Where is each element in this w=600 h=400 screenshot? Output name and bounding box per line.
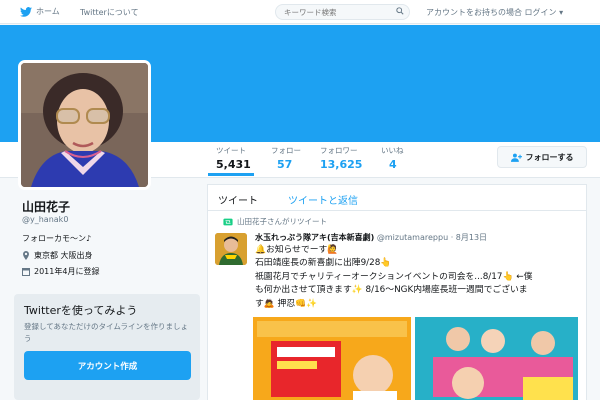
tweet-media-images (253, 317, 578, 400)
stat-followers-label: フォロワー (320, 146, 358, 155)
tweet-line: 祇園花月でチャリティーオークションイベントの司会を...8/17👆 ←僕 (255, 271, 533, 282)
location-pin-icon (23, 251, 29, 260)
tweet-author-handle[interactable]: @mizutamareppu (377, 233, 448, 242)
calendar-icon (22, 268, 30, 276)
avatar-photo (21, 63, 148, 187)
signup-title: Twitterを使ってみよう (24, 304, 138, 317)
retweet-context: 山田花子さんがリツイート (223, 216, 327, 227)
login-link[interactable]: アカウントをお持ちの場合 ログイン ▾ (426, 7, 563, 18)
tweet-text: 🔔お知らせでーす🙋 石田靖座長の新喜劇に出陣9/28👆 祇園花月でチャリティーオ… (255, 244, 580, 311)
tab-tweets-and-replies[interactable]: ツイートと返信 (288, 192, 358, 207)
stat-likes-value: 4 (389, 158, 397, 171)
stat-likes[interactable]: いいね 4 (381, 145, 404, 171)
tweet-separator: · (450, 233, 454, 242)
retweet-context-text[interactable]: 山田花子さんがリツイート (237, 216, 327, 227)
profile-location: 東京都 大阪出身 (22, 250, 93, 261)
profile-bio: フォローカモ〜ン♪ (22, 234, 92, 243)
tweet-date[interactable]: 8月13日 (456, 233, 487, 242)
stat-following-value: 57 (277, 158, 293, 171)
tab-tweets[interactable]: ツイート (218, 192, 258, 207)
timeline-tabs: ツイート ツイートと返信 (208, 185, 586, 211)
stat-tweets-label: ツイート (216, 146, 246, 155)
search-input[interactable] (275, 4, 410, 20)
tweet-author-photo (215, 233, 247, 265)
stat-followers[interactable]: フォロワー 13,625 (320, 145, 362, 171)
profile-handle: @y_hanak0 (22, 215, 69, 224)
tweet-media[interactable] (253, 317, 578, 400)
profile-name: 山田花子 (22, 200, 71, 214)
profile-location-text: 東京都 大阪出身 (34, 251, 93, 260)
follow-button-label: フォローする (525, 152, 574, 162)
nav-home-label: ホーム (36, 7, 60, 16)
tweet-header: 水玉れっぷう隊アキ(吉本新喜劇) @mizutamareppu · 8月13日 (255, 232, 487, 243)
timeline: ツイート ツイートと返信 山田花子さんがリツイート 水玉れっぷう隊アキ(吉本新喜… (207, 184, 587, 400)
stat-following-label: フォロー (271, 146, 301, 155)
tweet-author-name[interactable]: 水玉れっぷう隊アキ(吉本新喜劇) (255, 233, 374, 242)
twitter-bird-icon (20, 6, 32, 17)
tweet-line: す🙇 押忍👊✨ (255, 298, 318, 309)
create-account-button[interactable]: アカウント作成 (24, 351, 191, 380)
active-tab-indicator (208, 173, 254, 176)
stat-likes-label: いいね (381, 146, 404, 155)
nav-about-link[interactable]: Twitterについて (80, 7, 139, 18)
stat-tweets-value: 5,431 (216, 158, 251, 171)
nav-home-link[interactable]: ホーム (20, 6, 60, 17)
profile-avatar[interactable] (18, 60, 151, 190)
signup-module: Twitterを使ってみよう 登録してあなただけのタイムラインを作りましょう ア… (14, 294, 200, 400)
search-icon[interactable] (396, 7, 404, 15)
top-nav: ホーム Twitterについて アカウントをお持ちの場合 ログイン ▾ (0, 0, 600, 24)
signup-description: 登録してあなただけのタイムラインを作りましょう (24, 322, 189, 343)
stat-followers-value: 13,625 (320, 158, 363, 171)
tweet-line: 🔔お知らせでーす🙋 (255, 245, 339, 255)
tweet-line: も何か出させて頂きます✨ 8/16〜NGK内場座長班一週間でございま (255, 285, 528, 296)
follow-button[interactable]: フォローする (497, 146, 587, 168)
tweet-line: 石田靖座長の新喜劇に出陣9/28👆 (255, 258, 392, 269)
add-user-icon (510, 153, 522, 162)
profile-joined-text: 2011年4月に登録 (34, 267, 100, 276)
stat-following[interactable]: フォロー 57 (271, 145, 301, 171)
stat-tweets[interactable]: ツイート 5,431 (216, 145, 251, 171)
profile-joined: 2011年4月に登録 (22, 266, 99, 277)
retweet-icon (223, 218, 233, 225)
tweet-author-avatar[interactable] (215, 233, 247, 265)
